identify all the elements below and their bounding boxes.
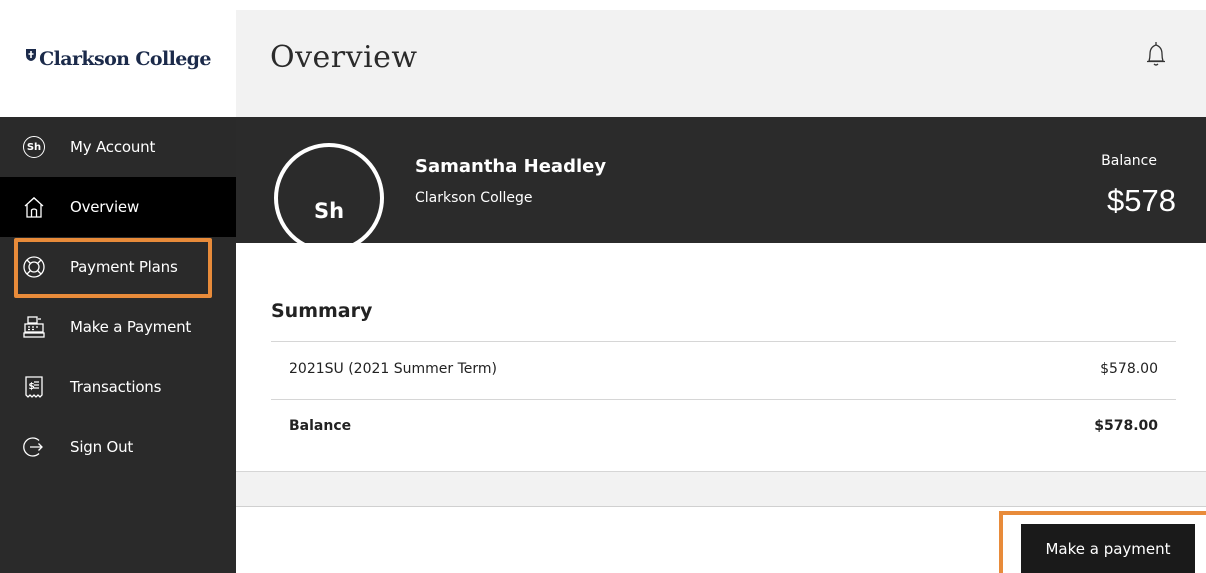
- profile-name: Samantha Headley: [415, 156, 607, 177]
- sidebar-item-label: My Account: [70, 138, 156, 156]
- bell-icon[interactable]: [1144, 40, 1168, 70]
- balance-label: Balance: [1101, 153, 1157, 169]
- profile-organization: Clarkson College: [415, 190, 533, 206]
- sidebar-item-overview[interactable]: Overview: [0, 177, 236, 237]
- summary-balance-value: $578.00: [1094, 418, 1158, 434]
- svg-text:$: $: [29, 382, 35, 392]
- sidebar-item-label: Payment Plans: [70, 258, 178, 276]
- sidebar-item-label: Transactions: [70, 378, 162, 396]
- shield-icon: [26, 48, 37, 61]
- sidebar-item-label: Sign Out: [70, 438, 134, 456]
- page-title: Overview: [270, 40, 418, 75]
- sidebar-item-make-a-payment[interactable]: Make a Payment: [0, 297, 236, 357]
- sidebar-item-sign-out[interactable]: Sign Out: [0, 417, 236, 477]
- summary-balance-label: Balance: [289, 418, 352, 434]
- logo-text: Clarkson College: [39, 47, 211, 70]
- summary-row-label: 2021SU (2021 Summer Term): [289, 361, 498, 377]
- receipt-icon: $: [22, 375, 46, 399]
- divider: [236, 506, 1206, 507]
- avatar-icon: Sh: [22, 135, 46, 159]
- divider: [271, 399, 1176, 400]
- summary-title: Summary: [271, 300, 373, 322]
- lifebuoy-icon: [22, 255, 46, 279]
- make-payment-button[interactable]: Make a payment: [1021, 524, 1195, 573]
- avatar-initials: Sh: [313, 199, 345, 223]
- balance-amount: $578: [1107, 183, 1176, 218]
- sidebar-item-my-account[interactable]: Sh My Account: [0, 117, 236, 177]
- summary-row-value: $578.00: [1100, 361, 1158, 377]
- home-icon: [22, 195, 46, 219]
- register-icon: [22, 315, 46, 339]
- sidebar-item-transactions[interactable]: $ Transactions: [0, 357, 236, 417]
- page-header: Overview: [236, 10, 1206, 117]
- profile-banner: [236, 117, 1206, 243]
- logo[interactable]: Clarkson College: [0, 0, 236, 117]
- sign-out-icon: [22, 435, 46, 459]
- summary-card: [236, 243, 1206, 472]
- sidebar-item-label: Make a Payment: [70, 318, 192, 336]
- footer-strip: [236, 472, 1206, 507]
- divider: [271, 341, 1176, 342]
- avatar: Sh: [274, 143, 384, 253]
- sidebar-item-label: Overview: [70, 198, 140, 216]
- sidebar-item-payment-plans[interactable]: Payment Plans: [0, 237, 236, 297]
